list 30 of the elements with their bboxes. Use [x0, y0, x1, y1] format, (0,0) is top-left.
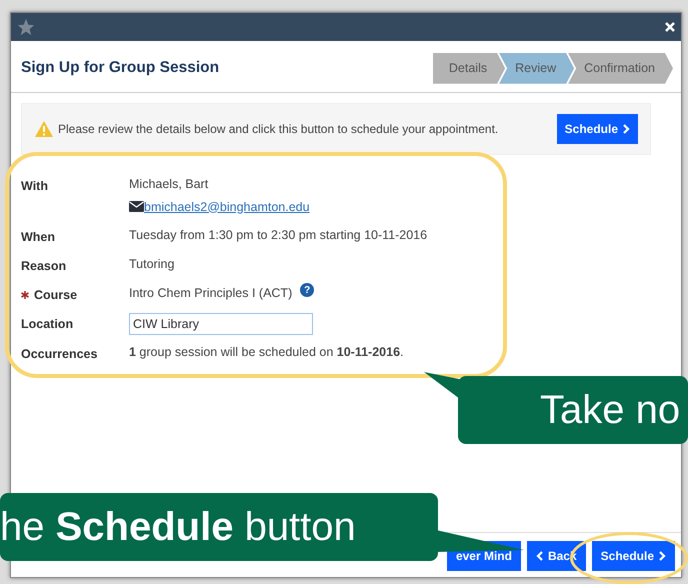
email-link[interactable]: bmichaels2@binghamton.edu	[144, 198, 310, 216]
envelope-icon	[129, 201, 144, 212]
star-logo-icon	[17, 18, 35, 36]
location-field[interactable]: CIW Library	[129, 312, 313, 334]
schedule-button[interactable]: Schedule	[556, 114, 638, 144]
wizard-step[interactable]: Details	[432, 53, 506, 84]
schedule-button[interactable]: Schedule	[592, 541, 675, 571]
dialog-title: Sign Up for Group Session	[21, 59, 220, 78]
wizard-step[interactable]: Review	[499, 53, 574, 84]
field-value: Intro Chem Principles I (ACT)	[129, 284, 292, 302]
field-label: Location	[21, 316, 74, 332]
field-label: Course	[34, 286, 78, 304]
contact-name: Michaels, Bart	[129, 176, 210, 193]
callout-text: Take no	[540, 387, 680, 434]
warning-icon	[34, 120, 54, 138]
field-label: With	[21, 178, 48, 195]
field-label: When	[21, 229, 56, 246]
chevron-right-icon	[623, 124, 630, 134]
help-icon[interactable]: ?	[300, 283, 314, 298]
callout-text: he Schedule button	[0, 504, 356, 551]
field-label: Occurrences	[21, 346, 98, 362]
occurrence-text: 1 group session will be scheduled on 10-11-2016.	[129, 344, 404, 361]
field-label: Reason	[21, 258, 66, 275]
notice-text: Please review the details below and click this button to schedule your appointment.	[58, 120, 498, 138]
chevron-left-icon	[536, 551, 543, 561]
close-icon[interactable]	[665, 22, 675, 32]
field-value: Tuesday from 1:30 pm to 2:30 pm starting 10-11-2016	[129, 227, 428, 244]
chevron-right-icon	[659, 551, 666, 561]
wizard-step[interactable]: Confirmation	[568, 53, 673, 84]
field-value: Tutoring	[129, 256, 174, 273]
